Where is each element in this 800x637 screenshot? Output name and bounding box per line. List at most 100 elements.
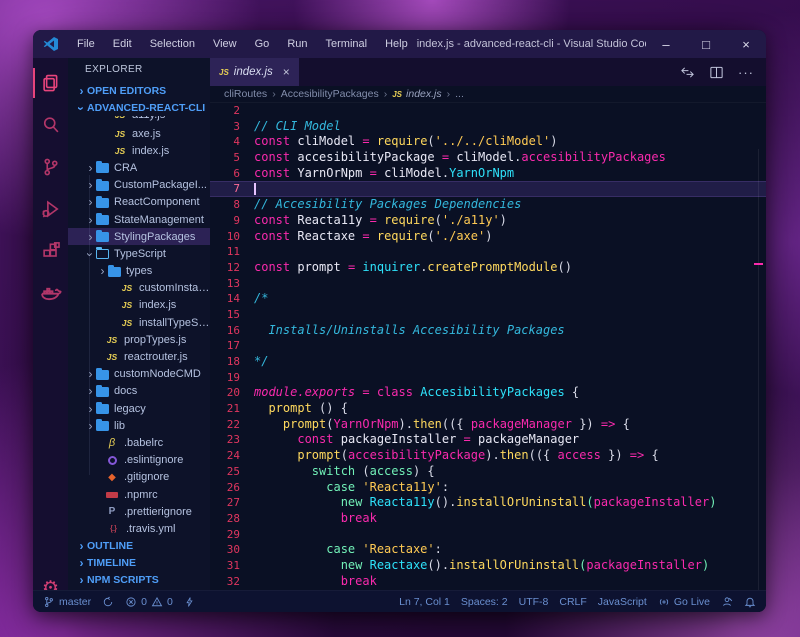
close-button[interactable]: × <box>726 30 766 58</box>
code-line-14[interactable]: 14/* <box>210 291 766 307</box>
code-line-5[interactable]: 5const accesibilityPackage = cliModel.ac… <box>210 150 766 166</box>
tab-close-icon[interactable]: × <box>283 65 290 79</box>
code-line-13[interactable]: 13 <box>210 276 766 292</box>
code-line-19[interactable]: 19 <box>210 370 766 386</box>
tree-item--travis-yml[interactable]: {..}.travis.yml <box>68 520 210 537</box>
code-line-20[interactable]: 20module.exports = class AccesibilityPac… <box>210 385 766 401</box>
language-mode-indicator[interactable]: JavaScript <box>598 596 647 608</box>
code-line-29[interactable]: 29 <box>210 527 766 543</box>
extensions-icon[interactable] <box>33 230 68 272</box>
line-text: // CLI Model <box>240 119 341 135</box>
code-line-3[interactable]: 3// CLI Model <box>210 119 766 135</box>
line-number: 22 <box>210 417 240 433</box>
tree-item-cra[interactable]: ›CRA <box>68 159 210 176</box>
line-text: prompt(accesibilityPackage).then(({ acce… <box>240 448 659 464</box>
code-line-27[interactable]: 27 new Reacta11y().installOrUninstall(pa… <box>210 495 766 511</box>
eol-indicator[interactable]: CRLF <box>559 596 586 608</box>
file-label: propTypes.js <box>124 334 186 346</box>
menu-help[interactable]: Help <box>376 30 417 58</box>
docker-icon[interactable] <box>33 272 68 314</box>
code-line-18[interactable]: 18*/ <box>210 354 766 370</box>
code-line-17[interactable]: 17 <box>210 338 766 354</box>
line-text <box>240 527 254 543</box>
menu-selection[interactable]: Selection <box>141 30 204 58</box>
git-branch-indicator[interactable]: master <box>43 596 91 608</box>
menu-run[interactable]: Run <box>278 30 316 58</box>
line-number: 18 <box>210 354 240 370</box>
tree-item-axe-js[interactable]: JSaxe.js <box>68 125 210 142</box>
menu-go[interactable]: Go <box>246 30 279 58</box>
code-line-10[interactable]: 10const Reactaxe = require('./axe') <box>210 229 766 245</box>
tree-item-a11y-js[interactable]: JSa11y.js <box>68 116 210 125</box>
cursor-position-indicator[interactable]: Ln 7, Col 1 <box>399 596 450 608</box>
code-line-23[interactable]: 23 const packageInstaller = packageManag… <box>210 432 766 448</box>
encoding-indicator[interactable]: UTF-8 <box>519 596 549 608</box>
code-line-4[interactable]: 4const cliModel = require('../../cliMode… <box>210 134 766 150</box>
code-line-11[interactable]: 11 <box>210 244 766 260</box>
tree-item--prettierignore[interactable]: P.prettierignore <box>68 503 210 520</box>
code-line-25[interactable]: 25 switch (access) { <box>210 464 766 480</box>
notifications-button[interactable] <box>744 596 756 608</box>
chevron-down-icon: › <box>74 103 88 114</box>
menu-edit[interactable]: Edit <box>104 30 141 58</box>
line-text: prompt(YarnOrNpm).then(({ packageManager… <box>240 417 630 433</box>
js-icon: JS <box>113 146 127 156</box>
sync-button[interactable] <box>102 596 114 608</box>
code-line-31[interactable]: 31 new Reactaxe().installOrUninstall(pac… <box>210 558 766 574</box>
overview-ruler[interactable] <box>758 149 759 612</box>
problems-indicator[interactable]: 0 0 <box>125 596 173 608</box>
breadcrumb-item[interactable]: cliRoutes <box>224 88 267 100</box>
code-line-24[interactable]: 24 prompt(accesibilityPackage).then(({ a… <box>210 448 766 464</box>
compare-changes-icon[interactable] <box>680 65 695 80</box>
breadcrumb-item[interactable]: AccesibilityPackages <box>281 88 379 100</box>
workspace-root-section[interactable]: › ADVANCED-REACT-CLI <box>68 99 210 116</box>
open-editors-section[interactable]: › OPEN EDITORS <box>68 82 210 99</box>
code-line-2[interactable]: 2 <box>210 103 766 119</box>
breadcrumb-item[interactable]: ... <box>455 88 464 100</box>
outline-section[interactable]: › OUTLINE <box>68 538 210 555</box>
babel-icon: β <box>105 437 119 449</box>
code-line-22[interactable]: 22 prompt(YarnOrNpm).then(({ packageMana… <box>210 417 766 433</box>
code-line-15[interactable]: 15 <box>210 307 766 323</box>
indentation-indicator[interactable]: Spaces: 2 <box>461 596 508 608</box>
timeline-label: TIMELINE <box>87 557 136 569</box>
code-line-28[interactable]: 28 break <box>210 511 766 527</box>
menu-view[interactable]: View <box>204 30 246 58</box>
code-line-6[interactable]: 6const YarnOrNpm = cliModel.YarnOrNpm <box>210 166 766 182</box>
code-line-7[interactable]: 7 <box>210 181 766 197</box>
js-icon: JS <box>219 68 229 77</box>
code-line-26[interactable]: 26 case 'Reacta11y': <box>210 480 766 496</box>
more-actions-icon[interactable]: ··· <box>738 65 754 80</box>
tab-index-js[interactable]: JS index.js × <box>210 58 299 86</box>
menu-file[interactable]: File <box>68 30 104 58</box>
feedback-button[interactable] <box>721 596 733 608</box>
lightning-button[interactable] <box>184 596 195 608</box>
code-line-30[interactable]: 30 case 'Reactaxe': <box>210 542 766 558</box>
maximize-button[interactable]: □ <box>686 30 726 58</box>
explorer-icon[interactable] <box>33 62 68 104</box>
chevron-right-icon: › <box>97 264 108 278</box>
menu-terminal[interactable]: Terminal <box>317 30 377 58</box>
code-line-9[interactable]: 9const Reacta11y = require('./a11y') <box>210 213 766 229</box>
minimize-button[interactable]: – <box>646 30 686 58</box>
timeline-section[interactable]: › TIMELINE <box>68 555 210 572</box>
run-and-debug-icon[interactable] <box>33 188 68 230</box>
tree-item-index-js[interactable]: JSindex.js <box>68 142 210 159</box>
breadcrumb-item[interactable]: index.js <box>406 88 442 100</box>
code-line-21[interactable]: 21 prompt () { <box>210 401 766 417</box>
search-icon[interactable] <box>33 104 68 146</box>
go-live-button[interactable]: Go Live <box>658 596 710 608</box>
code-line-12[interactable]: 12const prompt = inquirer.createPromptMo… <box>210 260 766 276</box>
split-editor-icon[interactable] <box>709 65 724 80</box>
npm-scripts-section[interactable]: › NPM SCRIPTS <box>68 572 210 589</box>
source-control-icon[interactable] <box>33 146 68 188</box>
folder-icon <box>96 198 109 208</box>
code-line-32[interactable]: 32 break <box>210 574 766 590</box>
tree-item--npmrc[interactable]: .npmrc <box>68 486 210 503</box>
code-line-16[interactable]: 16 Installs/Uninstalls Accesibility Pack… <box>210 323 766 339</box>
code-line-8[interactable]: 8// Accesibility Packages Dependencies <box>210 197 766 213</box>
line-text <box>240 370 254 386</box>
code-editor[interactable]: 23// CLI Model4const cliModel = require(… <box>210 103 766 612</box>
chevron-right-icon: › <box>76 84 87 98</box>
line-number: 13 <box>210 276 240 292</box>
